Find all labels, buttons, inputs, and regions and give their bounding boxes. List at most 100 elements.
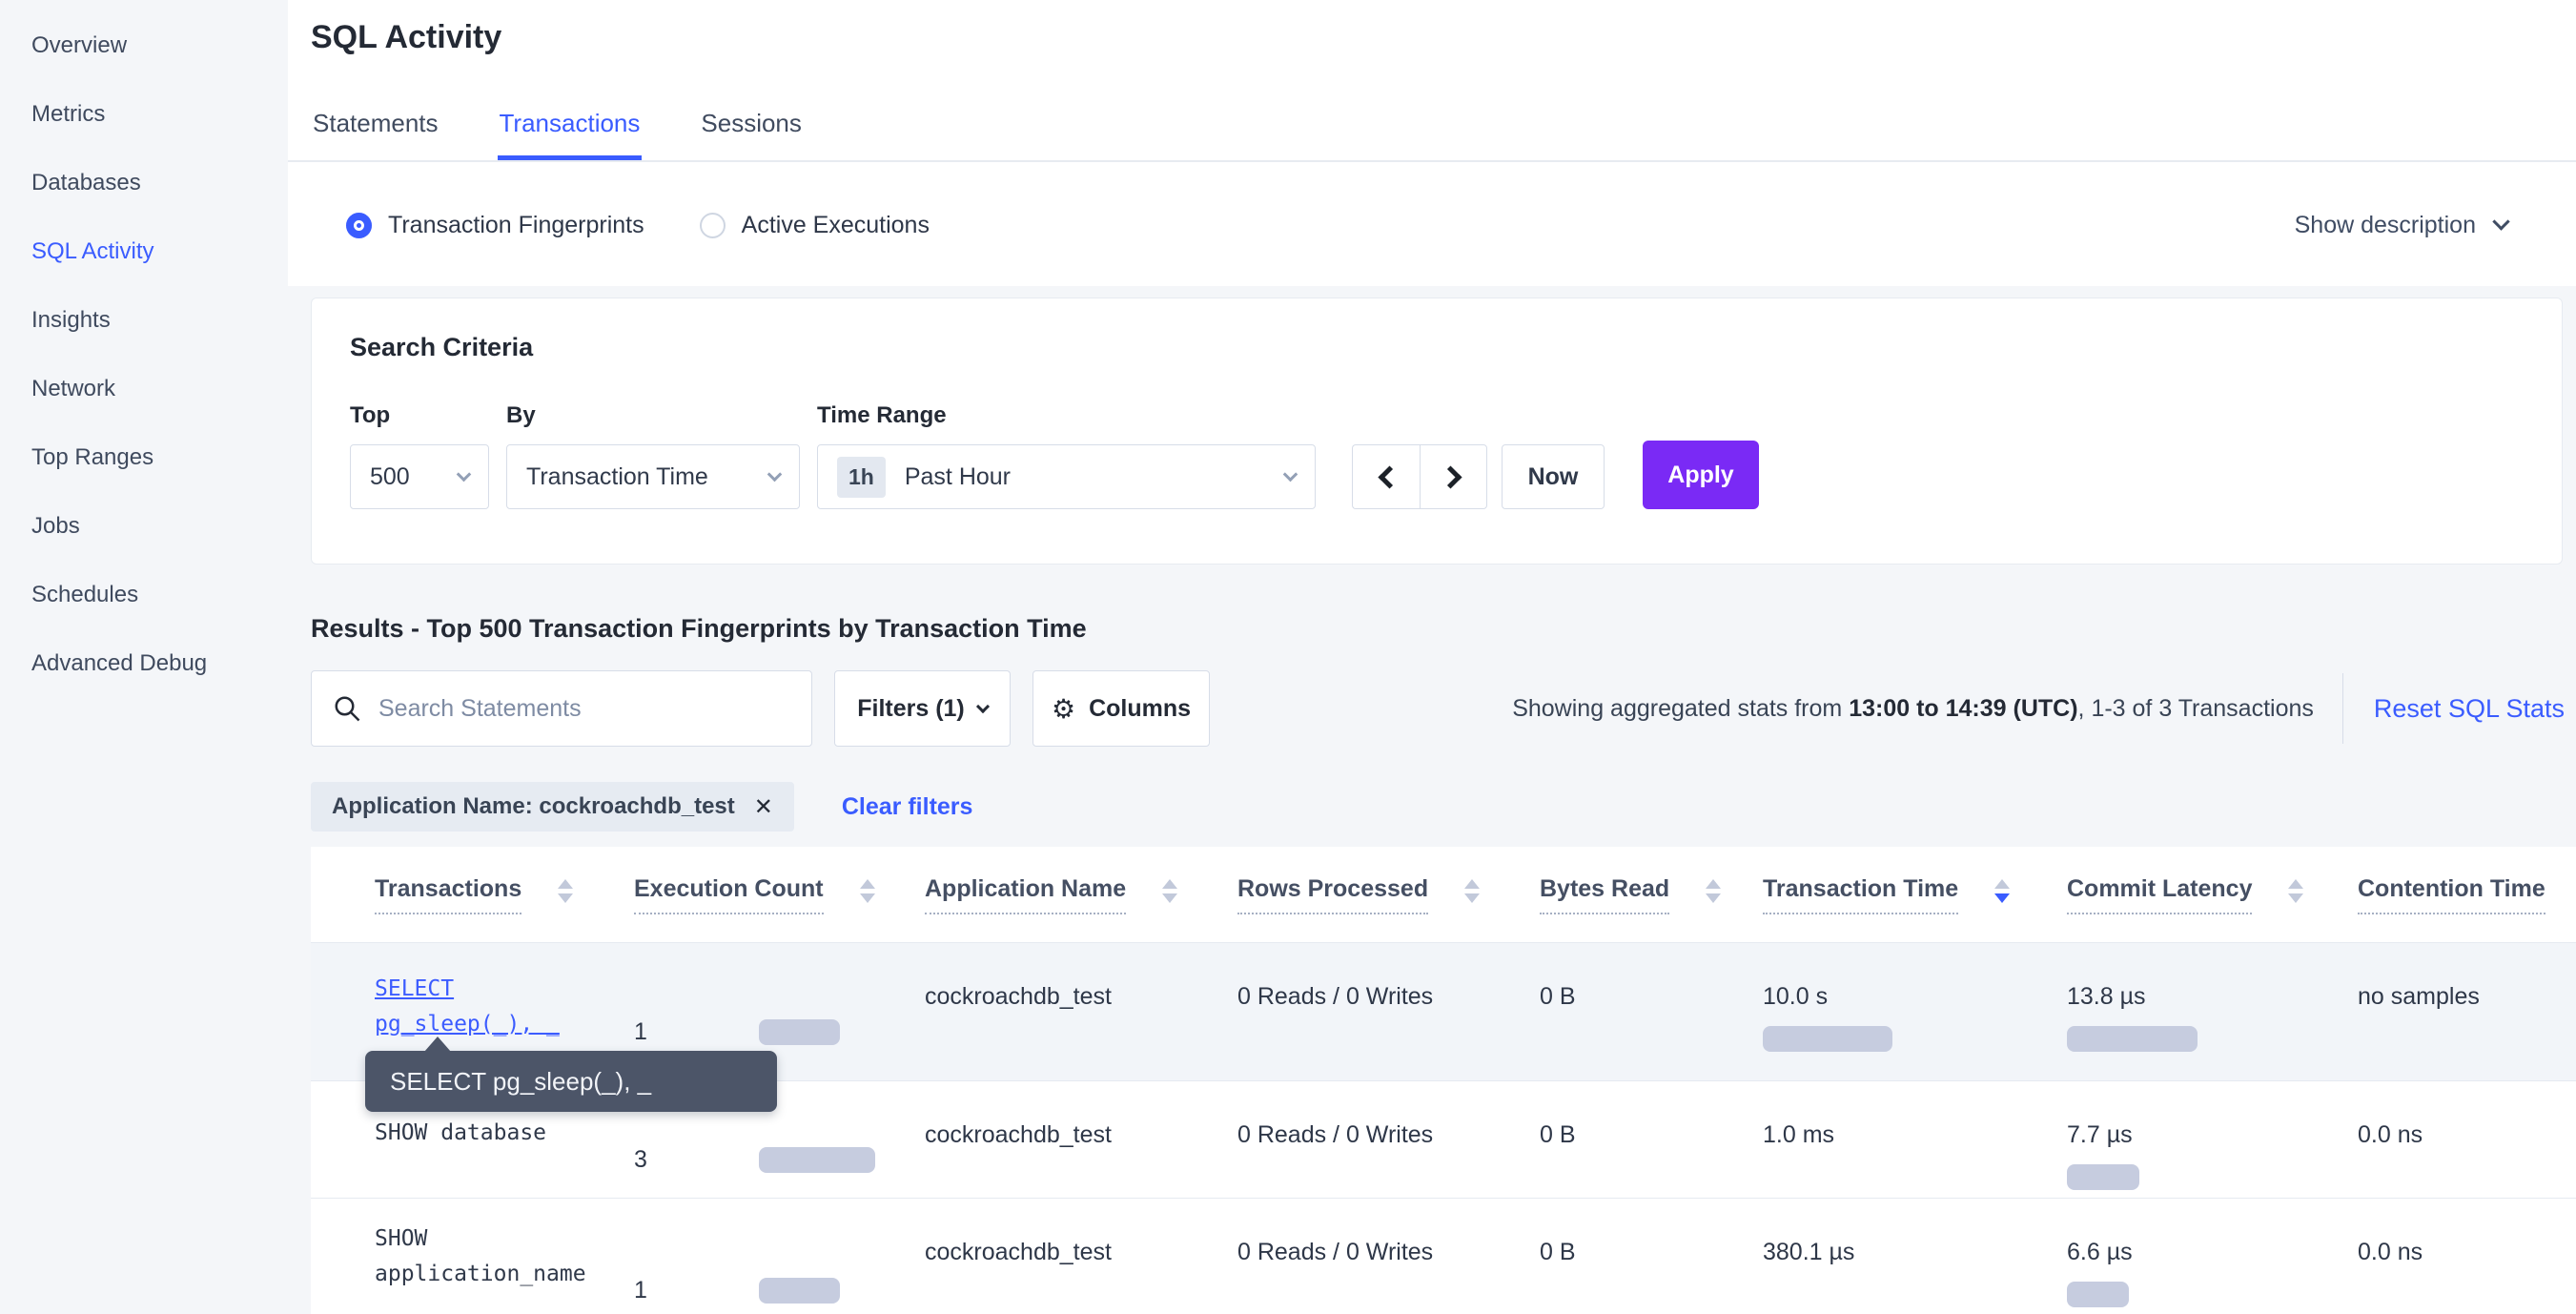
sort-asc-icon (1464, 879, 1480, 889)
application-name-cell: cockroachdb_test (925, 943, 1237, 1080)
execution-count-bar (759, 1147, 875, 1173)
transaction-time-cell: 380.1 µs (1763, 1199, 2067, 1314)
time-range-prev-button[interactable] (1352, 444, 1420, 509)
sidebar-item-advanced-debug[interactable]: Advanced Debug (0, 629, 288, 698)
sort-asc-icon (2288, 879, 2303, 889)
rows-processed-cell: 0 Reads / 0 Writes (1237, 943, 1540, 1080)
time-range-select[interactable]: 1h Past Hour (817, 444, 1316, 509)
sort-asc-icon (1706, 879, 1721, 889)
search-statements-input[interactable] (378, 695, 790, 723)
tab-statements[interactable]: Statements (311, 95, 440, 160)
sidebar-item-databases[interactable]: Databases (0, 149, 288, 217)
time-range-next-button[interactable] (1420, 444, 1487, 509)
commit-latency-bar (2067, 1282, 2129, 1307)
sort-asc-icon (860, 879, 875, 889)
clear-filters-link[interactable]: Clear filters (842, 793, 973, 821)
sort-desc-icon (1994, 893, 2010, 903)
view-toggle: Transaction Fingerprints Active Executio… (288, 164, 2576, 286)
radio-selected-icon (346, 213, 372, 238)
column-header-transactions[interactable]: Transactions (375, 875, 634, 914)
execution-count-bar (759, 1278, 840, 1304)
sort-toggle[interactable] (1706, 879, 1721, 903)
gear-icon: ⚙ (1052, 693, 1075, 725)
column-header-contention-time[interactable]: Contention Time (2358, 875, 2576, 914)
sidebar-item-sql-activity[interactable]: SQL Activity (0, 217, 288, 286)
active-filters-row: Application Name: cockroachdb_test ✕ Cle… (311, 782, 972, 832)
transaction-fingerprint-text: SHOW database (375, 1120, 546, 1145)
column-header-transaction-time[interactable]: Transaction Time (1763, 875, 2067, 914)
sort-toggle[interactable] (558, 879, 573, 903)
top-select[interactable]: 500 (350, 444, 489, 509)
transaction-time-cell: 10.0 s (1763, 943, 2067, 1080)
commit-latency-bar (2067, 1026, 2198, 1052)
sidebar-item-network[interactable]: Network (0, 355, 288, 423)
sidebar-item-insights[interactable]: Insights (0, 286, 288, 355)
sort-toggle[interactable] (860, 879, 875, 903)
application-name-cell: cockroachdb_test (925, 1081, 1237, 1198)
contention-time-cell: 0.0 ns (2358, 1199, 2576, 1314)
column-header-commit-latency[interactable]: Commit Latency (2067, 875, 2358, 914)
aggregated-stats-text: Showing aggregated stats from 13:00 to 1… (1512, 695, 2314, 723)
columns-button[interactable]: ⚙ Columns (1032, 670, 1210, 747)
column-header-execution-count[interactable]: Execution Count (634, 875, 925, 914)
column-header-rows-processed[interactable]: Rows Processed (1237, 875, 1540, 914)
tab-transactions[interactable]: Transactions (498, 95, 643, 160)
statement-tooltip: SELECT pg_sleep(_), _ (365, 1051, 777, 1112)
commit-latency-cell: 7.7 µs (2067, 1081, 2358, 1198)
chevron-down-icon (1283, 466, 1298, 482)
chevron-right-icon (1439, 465, 1462, 488)
sort-toggle[interactable] (1162, 879, 1177, 903)
search-icon (333, 694, 361, 723)
time-range-pager (1352, 444, 1487, 509)
sidebar-item-jobs[interactable]: Jobs (0, 492, 288, 561)
radio-active-executions[interactable]: Active Executions (700, 212, 930, 239)
contention-time-cell: 0.0 ns (2358, 1081, 2576, 1198)
chevron-down-icon (457, 466, 472, 482)
sort-asc-icon (1162, 879, 1177, 889)
commit-latency-cell: 6.6 µs (2067, 1199, 2358, 1314)
sort-desc-icon (1162, 893, 1177, 903)
transaction-fingerprint-link[interactable]: SELECT pg_sleep(_), _ (375, 976, 560, 1037)
by-select[interactable]: Transaction Time (506, 444, 800, 509)
top-field: Top 500 (350, 402, 489, 509)
reset-sql-stats-link[interactable]: Reset SQL Stats (2374, 694, 2565, 724)
sidebar-item-top-ranges[interactable]: Top Ranges (0, 423, 288, 492)
filter-chip-application-name[interactable]: Application Name: cockroachdb_test ✕ (311, 782, 794, 832)
bytes-read-cell: 0 B (1540, 1081, 1763, 1198)
table-row[interactable]: SHOW application_name 1 cockroachdb_test… (311, 1198, 2576, 1314)
sort-asc-icon (558, 879, 573, 889)
rows-processed-cell: 0 Reads / 0 Writes (1237, 1199, 1540, 1314)
chevron-left-icon (1378, 465, 1400, 488)
search-statements-box (311, 670, 812, 747)
now-button[interactable]: Now (1502, 444, 1605, 509)
sort-toggle[interactable] (1994, 879, 2010, 903)
radio-unselected-icon (700, 213, 726, 238)
chevron-down-icon (767, 466, 783, 482)
sidebar-item-schedules[interactable]: Schedules (0, 561, 288, 629)
sort-toggle[interactable] (2288, 879, 2303, 903)
transaction-time-cell: 1.0 ms (1763, 1081, 2067, 1198)
column-header-application-name[interactable]: Application Name (925, 875, 1237, 914)
commit-latency-cell: 13.8 µs (2067, 943, 2358, 1080)
chevron-down-icon (2492, 213, 2509, 230)
sidebar-item-metrics[interactable]: Metrics (0, 80, 288, 149)
vertical-divider (2342, 673, 2343, 744)
sidebar-item-overview[interactable]: Overview (0, 11, 288, 80)
contention-time-cell: no samples (2358, 943, 2576, 1080)
chevron-down-icon (976, 700, 990, 713)
radio-transaction-fingerprints[interactable]: Transaction Fingerprints (346, 212, 644, 239)
apply-button[interactable]: Apply (1643, 441, 1759, 509)
execution-count-value: 1 (634, 1277, 759, 1304)
sort-toggle[interactable] (1464, 879, 1480, 903)
sort-desc-icon (1706, 893, 1721, 903)
show-description-toggle[interactable]: Show description (2295, 164, 2507, 286)
rows-processed-cell: 0 Reads / 0 Writes (1237, 1081, 1540, 1198)
execution-count-value: 1 (634, 1018, 759, 1046)
transaction-fingerprint-text: SHOW application_name (375, 1226, 586, 1286)
column-header-bytes-read[interactable]: Bytes Read (1540, 875, 1763, 914)
close-icon[interactable]: ✕ (754, 793, 773, 821)
transaction-time-bar (1763, 1026, 1892, 1052)
time-range-field: Time Range 1h Past Hour (817, 402, 1335, 509)
tab-sessions[interactable]: Sessions (699, 95, 804, 160)
filters-button[interactable]: Filters (1) (834, 670, 1011, 747)
